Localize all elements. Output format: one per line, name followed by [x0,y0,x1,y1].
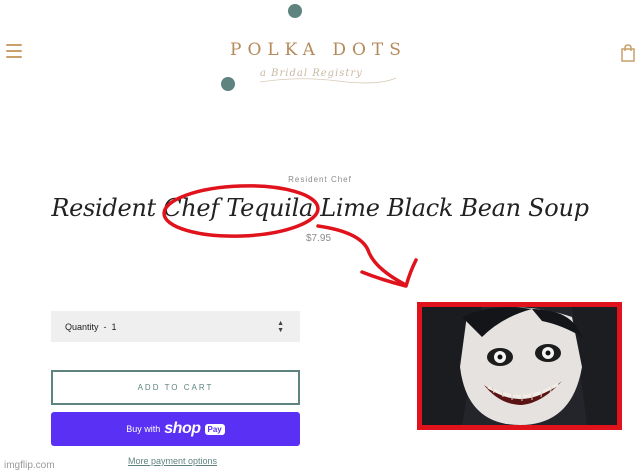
quantity-label: Quantity [65,321,99,332]
more-payment-options-link[interactable]: More payment options [128,456,217,466]
quantity-select[interactable]: Quantity - 1 ▲ ▼ [51,311,300,342]
meme-face-image [417,302,622,430]
product-vendor[interactable]: Resident Chef [0,175,640,184]
logo-text: POLKA DOTS [230,40,407,60]
quantity-separator: - [103,321,107,332]
product-price: $7.95 [306,233,332,244]
shop-pay-buy-with: Buy with [126,424,161,434]
logo-swash [259,77,397,84]
logo-dot-bottom [221,77,235,91]
menu-icon[interactable] [6,44,22,58]
watermark: imgflip.com [4,460,55,471]
product-title: Resident Chef Tequila Lime Black Bean So… [51,194,589,222]
shop-pay-logo: shop [164,420,201,437]
store-logo[interactable]: POLKA DOTS a Bridal Registry [200,0,440,100]
add-to-cart-button[interactable]: ADD TO CART [51,370,300,405]
shop-pay-button[interactable]: Buy with shop Pay [51,412,300,446]
chevron-updown-icon: ▲ ▼ [277,320,284,334]
shop-pay-badge: Pay [204,423,225,435]
logo-dot-top [288,4,302,18]
cart-bag-icon[interactable] [620,44,636,62]
quantity-value: 1 [111,321,117,332]
